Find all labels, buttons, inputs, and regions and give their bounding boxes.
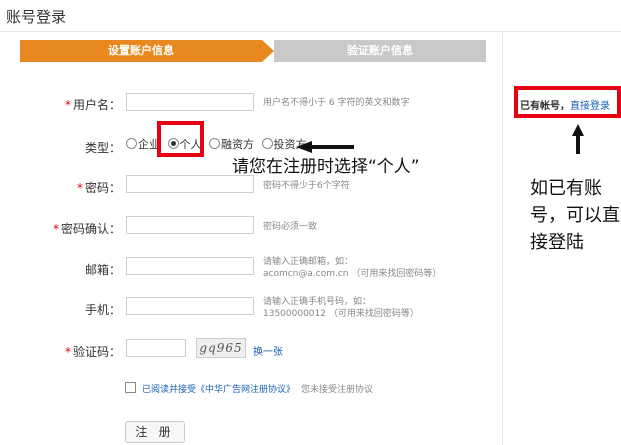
captcha-input[interactable] [126, 339, 186, 357]
required-mark: * [64, 345, 71, 359]
password-confirm-input[interactable] [126, 216, 254, 234]
email-hint: 请输入正确邮箱，如： acomcn@a.com.cn （可用来找回密码等） [263, 257, 442, 279]
title-divider [0, 31, 621, 32]
username-input[interactable] [126, 93, 254, 111]
required-mark: * [52, 222, 59, 236]
agreement-checkbox[interactable] [125, 382, 136, 393]
arrow-up-icon [572, 124, 584, 154]
type-radio-group: 企业 个人 融资方 投资方 [126, 136, 311, 152]
captcha-refresh-link[interactable]: 换一张 [253, 343, 283, 358]
username-label: * 用户名： [64, 98, 121, 112]
email-input[interactable] [126, 257, 254, 275]
password-confirm-label: * 密码确认： [52, 222, 121, 236]
password-confirm-hint: 密码必须一致 [263, 222, 318, 232]
step-progress: 设置账户信息 验证账户信息 [20, 40, 486, 62]
type-option-enterprise[interactable]: 企业 [126, 136, 160, 152]
register-button[interactable]: 注 册 [125, 421, 185, 443]
page-title: 账号登录 [6, 8, 67, 26]
radio-icon [261, 138, 273, 149]
radio-icon [126, 138, 137, 149]
password-input[interactable] [126, 175, 254, 193]
type-label: 类型： [84, 141, 121, 155]
password-label: * 密码： [76, 181, 121, 195]
radio-icon [209, 138, 220, 149]
side-panel-divider [502, 32, 503, 445]
username-hint: 用户名不得小于 6 字符的英文和数字 [263, 98, 410, 108]
agreement-row: 已阅读并接受《中华广告网注册协议》 您未接受注册协议 [125, 382, 373, 395]
phone-input[interactable] [126, 297, 254, 315]
agreement-note: 您未接受注册协议 [301, 385, 374, 395]
phone-hint: 请输入正确手机号码，如： 13500000012 （可用来找回密码等） [263, 297, 419, 319]
highlight-box-login [514, 86, 621, 118]
captcha-label: * 验证码： [64, 345, 121, 359]
agreement-link[interactable]: 已阅读并接受《中华广告网注册协议》 [142, 385, 295, 395]
type-option-financier[interactable]: 融资方 [209, 136, 254, 152]
required-mark: * [64, 98, 71, 112]
captcha-image[interactable]: gq965 [196, 338, 246, 358]
required-mark: * [76, 181, 83, 195]
step-account-info: 设置账户信息 [20, 40, 262, 62]
step-verify-info: 验证账户信息 [274, 40, 486, 62]
annotation-select-personal: 请您在注册时选择“个人” [232, 157, 420, 177]
annotation-login-hint: 如已有账 号，可以直 接登陆 [530, 178, 620, 253]
phone-label: 手机： [84, 303, 121, 317]
highlight-box-personal [157, 121, 204, 157]
password-hint: 密码不得少于6个字符 [263, 181, 350, 191]
step-arrow-icon [262, 40, 274, 62]
email-label: 邮箱： [84, 263, 121, 277]
